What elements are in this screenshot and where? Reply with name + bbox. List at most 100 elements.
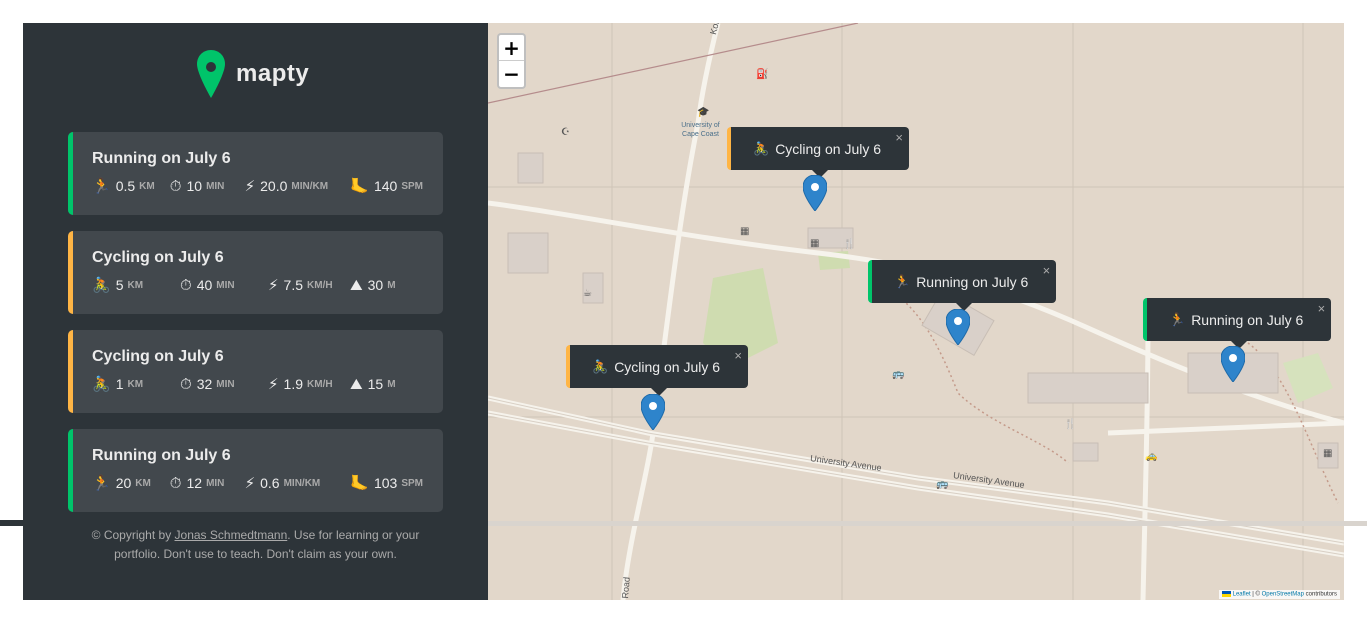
- workout-title: Running on July 6: [92, 150, 231, 167]
- lightning-icon: ⚡: [244, 475, 256, 492]
- foot-icon: 🦶: [350, 178, 369, 195]
- logo-text: mapty: [236, 60, 310, 87]
- running-icon: 🏃: [894, 273, 911, 289]
- workout-duration: 32: [196, 376, 213, 392]
- school-icon: 🎓: [697, 107, 710, 118]
- attribution-suffix: contributors: [1303, 592, 1337, 598]
- map-marker-icon[interactable]: [641, 394, 665, 430]
- atm-icon: ▦: [740, 226, 750, 237]
- workout-popup[interactable]: 🚴 Cycling on July 6 ×: [566, 345, 749, 396]
- workout-distance: 0.5: [115, 178, 136, 194]
- zoom-in-button[interactable]: +: [499, 35, 524, 61]
- workout-cadence: 103: [373, 475, 398, 491]
- workout-distance: 1: [115, 376, 124, 392]
- mountain-icon: ⛰: [350, 375, 363, 393]
- atm-icon: ▦: [1323, 448, 1333, 459]
- workout-card[interactable]: Cycling on July 6 🚴 1 km ⏱ 32 min ⚡ 1.9 km/h ⛰…: [68, 330, 443, 413]
- workout-duration-unit: min: [216, 378, 235, 390]
- workout-card[interactable]: Running on July 6 🏃 20 km ⏱ 12 min ⚡ 0.6 min/k…: [68, 429, 443, 512]
- workout-pace: 0.6: [260, 475, 280, 491]
- workout-cadence: 140: [373, 178, 398, 194]
- taxi-icon: 🚕: [1145, 451, 1158, 462]
- foot-icon: 🦶: [350, 475, 369, 492]
- map-marker-icon[interactable]: [1221, 346, 1245, 382]
- workout-elevation-unit: m: [387, 279, 396, 291]
- cycling-icon: 🚴: [92, 277, 111, 294]
- zoom-out-button[interactable]: −: [499, 61, 524, 87]
- workout-duration-unit: min: [216, 279, 235, 291]
- workout-distance-unit: km: [127, 378, 144, 390]
- map-attribution: Leaflet | © OpenStreetMap contributors: [1218, 590, 1340, 599]
- popup-label: Cycling on July 6: [775, 140, 882, 157]
- popup-label: Running on July 6: [1191, 311, 1304, 328]
- sidebar: mapty Running on July 6 🏃 0.5 km ⏱ 10 min ⚡ 2…: [23, 23, 488, 600]
- map-pin-logo-icon: [197, 50, 225, 98]
- logo: mapty: [197, 50, 309, 98]
- workout-title: Cycling on July 6: [92, 348, 224, 365]
- footer: © Copyright by Jonas Schmedtmann. Use fo…: [23, 526, 488, 564]
- map[interactable]: Kobina Sekyi Road University of Cape Coa…: [488, 23, 1344, 600]
- workout-elevation: 15: [367, 376, 384, 392]
- workout-speed-unit: km/h: [307, 279, 333, 291]
- workout-speed-unit: km/h: [307, 378, 333, 390]
- mosque-icon: ☪: [561, 127, 570, 138]
- stopwatch-icon: ⏱: [180, 375, 192, 393]
- workout-distance-unit: km: [127, 279, 144, 291]
- workout-pace: 20.0: [260, 178, 288, 194]
- stopwatch-icon: ⏱: [180, 276, 192, 294]
- lightning-icon: ⚡: [268, 277, 279, 294]
- workout-pace-unit: min/km: [283, 477, 321, 489]
- ukraine-flag-icon: [1221, 591, 1231, 598]
- workout-duration: 12: [186, 475, 203, 491]
- workout-duration: 40: [196, 277, 213, 293]
- map-marker-icon[interactable]: [803, 175, 827, 211]
- popup-label: Cycling on July 6: [614, 358, 721, 375]
- attribution-separator: | ©: [1250, 592, 1262, 598]
- running-icon: 🏃: [92, 475, 111, 492]
- workout-distance: 5: [115, 277, 124, 293]
- running-icon: 🏃: [92, 178, 111, 195]
- workout-card[interactable]: Running on July 6 🏃 0.5 km ⏱ 10 min ⚡ 20.0 min…: [68, 132, 443, 215]
- bus-stop-icon: 🚌: [892, 369, 905, 380]
- close-icon[interactable]: ×: [1043, 263, 1051, 278]
- cycling-icon: 🚴: [753, 140, 770, 156]
- close-icon[interactable]: ×: [1318, 301, 1326, 316]
- restaurant-icon: 🍴: [843, 239, 856, 250]
- workout-title: Cycling on July 6: [92, 249, 224, 266]
- workout-distance-unit: km: [139, 180, 155, 192]
- footer-prefix: © Copyright by: [91, 528, 175, 542]
- university-label: University of Cape Coast: [681, 122, 720, 138]
- leaflet-link[interactable]: Leaflet: [1233, 592, 1251, 598]
- workout-distance: 20: [115, 475, 132, 491]
- osm-link[interactable]: OpenStreetMap: [1262, 592, 1304, 598]
- lightning-icon: ⚡: [268, 376, 279, 393]
- bus-stop-icon: 🚌: [936, 479, 949, 490]
- cycling-icon: 🚴: [92, 376, 111, 393]
- workout-popup[interactable]: 🚴 Cycling on July 6 ×: [727, 127, 910, 178]
- map-marker-icon[interactable]: [946, 309, 970, 345]
- close-icon[interactable]: ×: [895, 130, 903, 145]
- workout-distance-unit: km: [135, 477, 151, 489]
- workout-duration-unit: min: [206, 477, 225, 489]
- close-icon[interactable]: ×: [734, 348, 742, 363]
- workouts-list: Running on July 6 🏃 0.5 km ⏱ 10 min ⚡ 20.0 min…: [68, 132, 443, 528]
- workout-title: Running on July 6: [92, 447, 231, 464]
- fuel-icon: ⛽: [756, 69, 769, 80]
- workout-duration-unit: min: [206, 180, 225, 192]
- workout-popup[interactable]: 🏃 Running on July 6 ×: [868, 260, 1057, 311]
- zoom-control: + −: [497, 33, 526, 89]
- workout-cadence-unit: spm: [401, 477, 423, 489]
- stopwatch-icon: ⏱: [169, 177, 182, 195]
- lightning-icon: ⚡: [244, 178, 256, 195]
- mountain-icon: ⛰: [350, 276, 363, 294]
- workout-pace-unit: min/km: [291, 180, 329, 192]
- cycling-icon: 🚴: [592, 358, 609, 374]
- workout-card[interactable]: Cycling on July 6 🚴 5 km ⏱ 40 min ⚡ 7.5 km/h ⛰…: [68, 231, 443, 314]
- restaurant-icon: 🍴: [1064, 419, 1077, 430]
- author-link[interactable]: Jonas Schmedtmann: [175, 528, 288, 542]
- workout-duration: 10: [186, 178, 203, 194]
- workout-popup[interactable]: 🏃 Running on July 6 ×: [1143, 298, 1332, 349]
- workout-elevation: 30: [367, 277, 384, 293]
- cafe-icon: ☕: [583, 288, 592, 299]
- running-icon: 🏃: [1169, 311, 1186, 327]
